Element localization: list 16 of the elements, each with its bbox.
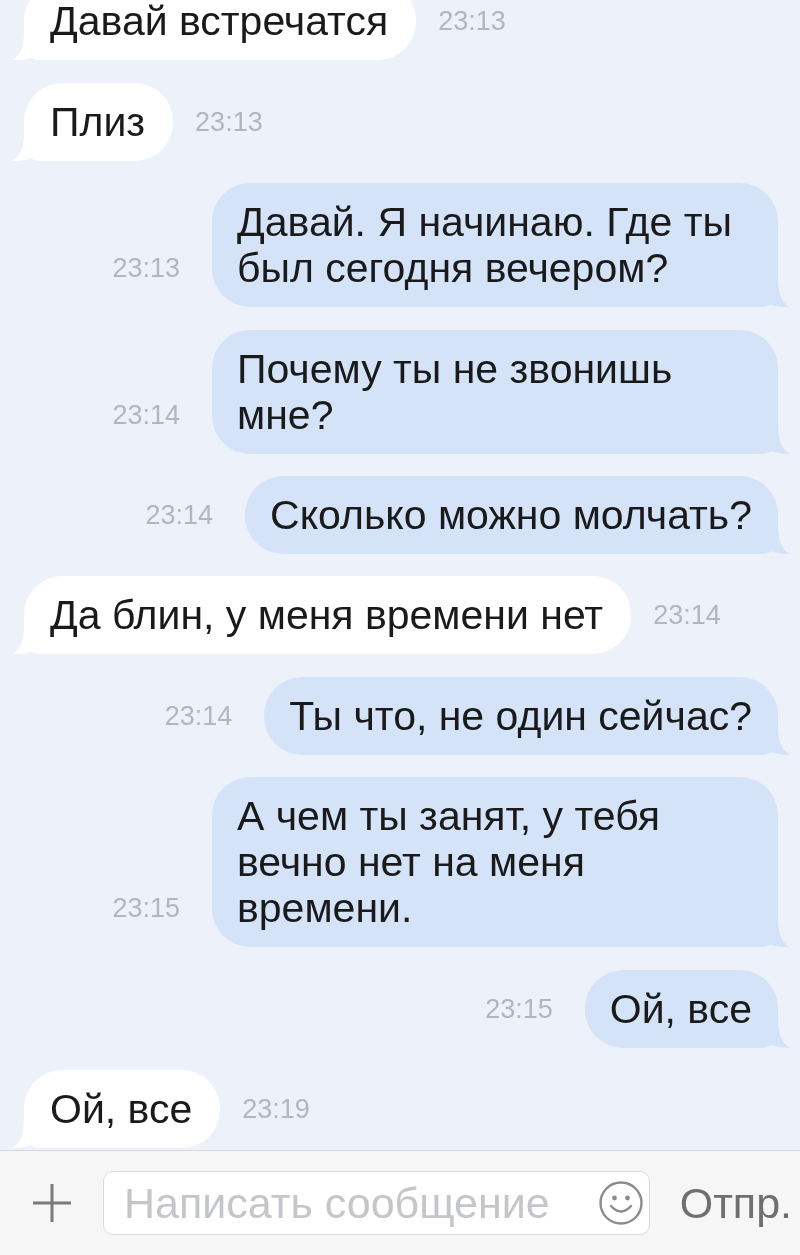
attach-button[interactable]: [31, 1182, 73, 1224]
plus-icon: [31, 1182, 73, 1224]
send-button[interactable]: Отпр.: [679, 1181, 792, 1225]
message-time: 23:14: [112, 398, 180, 432]
smiley-icon: [599, 1181, 643, 1225]
message-time: 23:19: [242, 1093, 310, 1126]
message-time: 23:14: [653, 599, 721, 633]
message-time: 23:14: [145, 499, 214, 533]
message-time: 23:15: [485, 992, 553, 1026]
emoji-button[interactable]: [599, 1181, 643, 1225]
message-time: 23:13: [438, 5, 506, 39]
message-time: 23:15: [112, 892, 180, 926]
message-time: 23:13: [112, 252, 180, 286]
message-time: 23:14: [164, 699, 233, 733]
message-input-field[interactable]: Написать сообщение: [103, 1171, 650, 1235]
message-time: 23:13: [195, 105, 263, 139]
